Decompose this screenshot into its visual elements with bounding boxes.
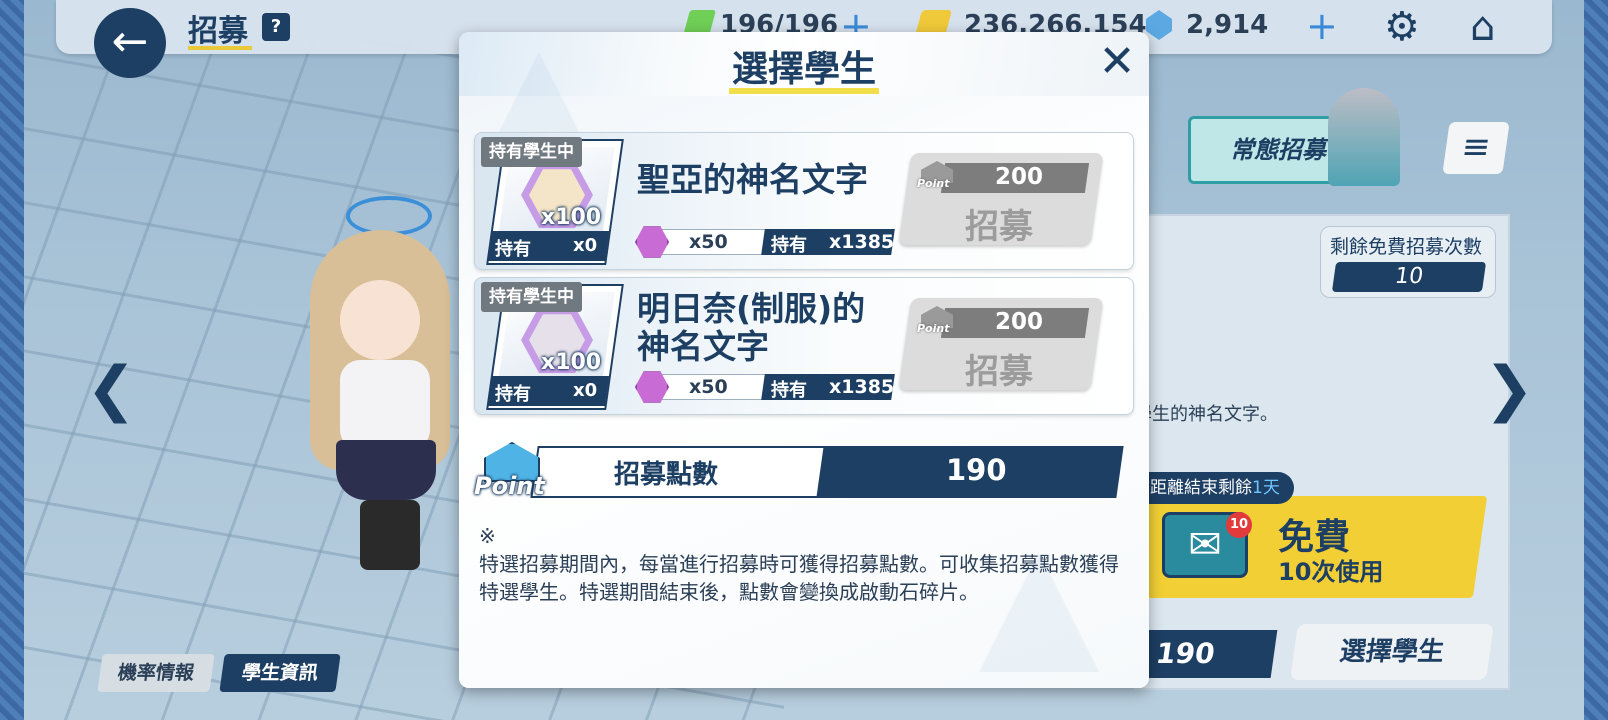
- points-value: 190: [946, 453, 1007, 487]
- point-cost: 200: [995, 309, 1044, 335]
- item-name-line1: 明日奈(制服)的: [637, 289, 866, 328]
- owned-student-flag: 持有學生中: [481, 282, 582, 312]
- owned-value: x0: [573, 380, 598, 401]
- student-option-card[interactable]: 持有學生中 x100 持有 x0 聖亞的神名文字 x50 持有 x1385 Po…: [474, 132, 1134, 270]
- cost-owned-value: x1385: [829, 376, 895, 398]
- cost-amount: x50: [689, 231, 728, 253]
- owned-student-flag: 持有學生中: [481, 137, 582, 167]
- recruit-points-row: Point 招募點數 190: [474, 442, 1134, 500]
- note-mark: ※: [479, 524, 496, 548]
- cost-owned-value: x1385: [829, 231, 895, 253]
- dialog-title: 選擇學生: [731, 49, 876, 90]
- point-envelope-icon: Point: [917, 304, 957, 340]
- item-quantity: x100: [541, 350, 602, 375]
- item-name: 明日奈(制服)的 神名文字: [637, 290, 865, 366]
- point-envelope-icon: Point: [474, 442, 545, 504]
- owned-label: 持有: [495, 384, 531, 405]
- title-underline: [729, 88, 879, 94]
- points-label: 招募點數: [614, 460, 719, 490]
- student-option-card[interactable]: 持有學生中 x100 持有 x0 明日奈(制服)的 神名文字 x50 持有 x1…: [474, 277, 1134, 415]
- cost-owned-label: 持有: [771, 380, 807, 401]
- owned-label: 持有: [495, 239, 531, 260]
- cost-bar: x50 持有 x1385: [635, 226, 895, 258]
- note-text: 特選招募期間內，每當進行招募時可獲得招募點數。可收集招募點數獲得特選學生。特選期…: [479, 552, 1119, 604]
- point-cost: 200: [995, 164, 1044, 190]
- point-envelope-icon: Point: [917, 159, 957, 195]
- item-name-line2: 神名文字: [637, 327, 769, 366]
- select-student-dialog: 選擇學生 ✕ 持有學生中 x100 持有 x0 聖亞的神名文字 x50 持有 x…: [459, 32, 1149, 688]
- cost-bar: x50 持有 x1385: [635, 371, 895, 403]
- item-name: 聖亞的神名文字: [637, 161, 868, 199]
- item-quantity: x100: [541, 205, 602, 230]
- recruit-button-label: 招募: [965, 207, 1033, 247]
- close-icon[interactable]: ✕: [1095, 40, 1139, 84]
- recruit-button-label: 招募: [965, 352, 1033, 392]
- cost-amount: x50: [689, 376, 728, 398]
- owned-value: x0: [573, 235, 598, 256]
- cost-owned-label: 持有: [771, 235, 807, 256]
- item-name-line1: 聖亞的神名文字: [637, 160, 868, 199]
